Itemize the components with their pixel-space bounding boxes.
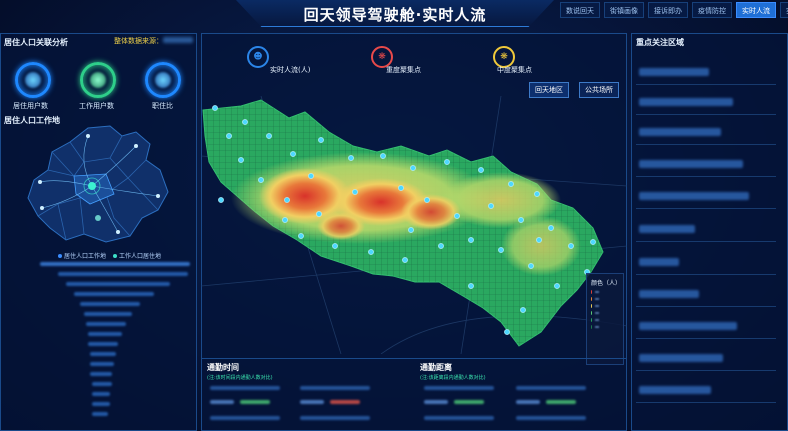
job-housing-ratio-label: 职住比 (152, 102, 173, 110)
list-item[interactable] (639, 258, 679, 266)
beijing-district-map (27, 125, 169, 243)
heat-legend-item (591, 290, 599, 294)
center-divider (201, 358, 627, 359)
tab-street-profile[interactable]: 街镇画像 (604, 2, 644, 18)
list-item[interactable] (639, 322, 737, 330)
legend-dot-blue (58, 254, 62, 258)
medium-cluster-label: 中度聚集点 (497, 66, 532, 74)
list-item[interactable] (639, 98, 733, 106)
resident-users-label: 居住用户数 (13, 102, 48, 110)
legend-item-workplace: 居住人口工作地 (64, 253, 107, 260)
top-bar: 回天领导驾驶舱·实时人流 数说回天 街镇画像 接诉即办 疫情防控 实时人流 实时… (0, 0, 788, 30)
tab-complaints[interactable]: 接诉即办 (648, 2, 688, 18)
right-panel-title: 重点关注区域 (636, 38, 684, 47)
worker-users-label: 工作用户数 (79, 102, 114, 110)
heat-legend: 颜色（人） (586, 273, 624, 365)
commute-time-subtitle: (注:该时间段内通勤人数对比) (207, 375, 273, 381)
commute-time-title: 通勤时间 (207, 363, 239, 372)
map-legend: 居住人口工作地 工作人口居住地 (58, 251, 161, 260)
heat-legend-item (591, 325, 599, 329)
worker-users-ring-icon (80, 62, 116, 98)
tab-realtime-traffic[interactable]: 实时交通 (780, 2, 788, 18)
commute-distance-subtitle: (注:该距离段内通勤人数对比) (420, 375, 486, 381)
people-icon: ☻ (247, 46, 269, 68)
title-plate: 回天领导驾驶舱·实时人流 (236, 0, 554, 27)
page-title: 回天领导驾驶舱·实时人流 (303, 6, 487, 24)
list-item[interactable] (639, 225, 695, 233)
job-housing-ratio-ring-icon (145, 62, 181, 98)
data-source-value-blurred (163, 37, 193, 43)
tab-city-overview[interactable]: 数说回天 (560, 2, 600, 18)
nav-tabs: 数说回天 街镇画像 接诉即办 疫情防控 实时人流 实时交通 (560, 2, 788, 18)
list-item[interactable] (639, 192, 749, 200)
heat-legend-item (591, 311, 599, 315)
list-item[interactable] (639, 290, 699, 298)
heat-legend-title: 颜色（人） (591, 280, 622, 287)
list-item[interactable] (639, 386, 711, 394)
heat-legend-item (591, 318, 599, 322)
list-item[interactable] (639, 128, 721, 136)
people-heatmap (201, 96, 627, 354)
list-item[interactable] (639, 160, 743, 168)
heavy-cluster-label: 重度聚集点 (386, 66, 421, 74)
list-item[interactable] (639, 68, 709, 76)
dashboard-root: 回天领导驾驶舱·实时人流 数说回天 街镇画像 接诉即办 疫情防控 实时人流 实时… (0, 0, 788, 431)
realtime-flow-label: 实时人流(人) (270, 66, 311, 74)
commute-distance-title: 通勤距离 (420, 363, 452, 372)
tab-realtime-people-flow[interactable]: 实时人流 (736, 2, 776, 18)
resident-users-ring-icon (15, 62, 51, 98)
list-item[interactable] (639, 354, 723, 362)
tab-epidemic-control[interactable]: 疫情防控 (692, 2, 732, 18)
heat-legend-item (591, 297, 599, 301)
heat-legend-item (591, 304, 599, 308)
legend-dot-cyan (112, 254, 117, 258)
legend-item-residence: 工作人口居住地 (118, 253, 161, 260)
left-panel-title: 居住人口关联分析 (4, 38, 68, 47)
data-source-label: 整体数据来源： (114, 37, 163, 45)
